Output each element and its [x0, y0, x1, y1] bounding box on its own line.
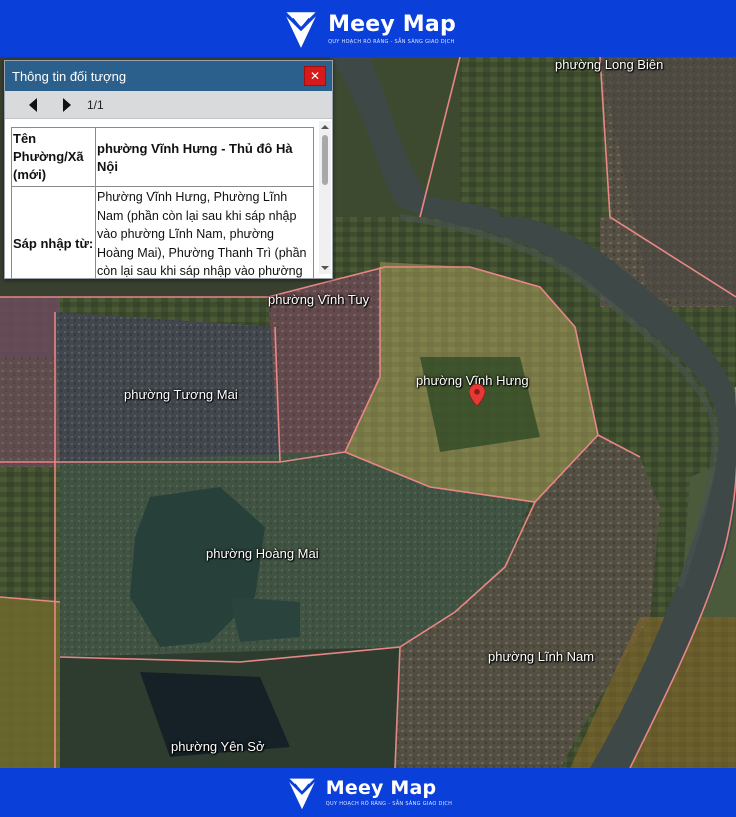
- triangle-right-icon: [63, 97, 71, 112]
- label-yen-so: phường Yên Sở: [171, 739, 265, 754]
- scroll-up-arrow-icon[interactable]: [319, 121, 331, 133]
- brand-name: Meey Map: [328, 11, 456, 37]
- meey-map-logo[interactable]: Meey Map QUY HOẠCH RÕ RÀNG - SẴN SÀNG GI…: [280, 8, 456, 50]
- label-long-bien: phường Long Biên: [555, 57, 664, 72]
- row-value: phường Vĩnh Hưng - Thủ đô Hà Nội: [95, 127, 314, 187]
- pager: 1/1: [5, 91, 332, 119]
- logo-text: Meey Map QUY HOẠCH RÕ RÀNG - SẴN SÀNG GI…: [328, 11, 456, 45]
- row-value: Phường Vĩnh Hưng, Phường Lĩnh Nam (phần …: [95, 186, 314, 278]
- meey-logo-icon: [283, 10, 319, 48]
- brand-tagline: QUY HOẠCH RÕ RÀNG - SẴN SÀNG GIAO DỊCH: [325, 801, 453, 807]
- triangle-left-icon: [29, 97, 37, 112]
- panel-body[interactable]: Tên Phường/Xã (mới) phường Vĩnh Hưng - T…: [5, 119, 332, 278]
- label-vinh-tuy: phường Vĩnh Tuy: [268, 292, 370, 307]
- label-tuong-mai: phường Tương Mai: [124, 387, 238, 402]
- info-table-wrap: Tên Phường/Xã (mới) phường Vĩnh Hưng - T…: [11, 127, 314, 278]
- location-pin-icon[interactable]: [469, 384, 485, 406]
- panel-title: Thông tin đối tượng: [12, 68, 127, 84]
- panel-header[interactable]: Thông tin đối tượng ✕: [5, 61, 332, 91]
- meey-map-logo-footer[interactable]: Meey Map QUY HOẠCH RÕ RÀNG - SẴN SÀNG GI…: [284, 775, 452, 811]
- close-icon: ✕: [309, 69, 321, 83]
- row-key: Tên Phường/Xã (mới): [11, 127, 96, 187]
- header-brand-bar: Meey Map QUY HOẠCH RÕ RÀNG - SẴN SÀNG GI…: [0, 0, 736, 57]
- row-key: Sáp nhập từ:: [11, 186, 96, 278]
- meey-logo-icon: [286, 777, 318, 809]
- logo-text: Meey Map QUY HOẠCH RÕ RÀNG - SẴN SÀNG GI…: [325, 777, 453, 808]
- close-button[interactable]: ✕: [304, 66, 326, 86]
- label-linh-nam: phường Lĩnh Nam: [488, 649, 595, 664]
- scrollbar[interactable]: [319, 121, 331, 274]
- scroll-down-arrow-icon[interactable]: [319, 262, 331, 274]
- object-info-panel: Thông tin đối tượng ✕ 1/1 Tên Phường/Xã …: [4, 60, 333, 279]
- scroll-thumb[interactable]: [322, 135, 328, 185]
- footer-brand-bar: Meey Map QUY HOẠCH RÕ RÀNG - SẴN SÀNG GI…: [0, 768, 736, 817]
- brand-name: Meey Map: [325, 777, 437, 799]
- label-hoang-mai: phường Hoàng Mai: [206, 546, 319, 561]
- previous-button[interactable]: [21, 95, 45, 115]
- page-count: 1/1: [87, 97, 104, 112]
- table-row: Sáp nhập từ: Phường Vĩnh Hưng, Phường Lĩ…: [11, 186, 314, 278]
- table-row: Tên Phường/Xã (mới) phường Vĩnh Hưng - T…: [11, 127, 314, 187]
- info-table: Tên Phường/Xã (mới) phường Vĩnh Hưng - T…: [11, 127, 314, 278]
- brand-tagline: QUY HOẠCH RÕ RÀNG - SẴN SÀNG GIAO DỊCH: [328, 38, 455, 45]
- next-button[interactable]: [55, 95, 79, 115]
